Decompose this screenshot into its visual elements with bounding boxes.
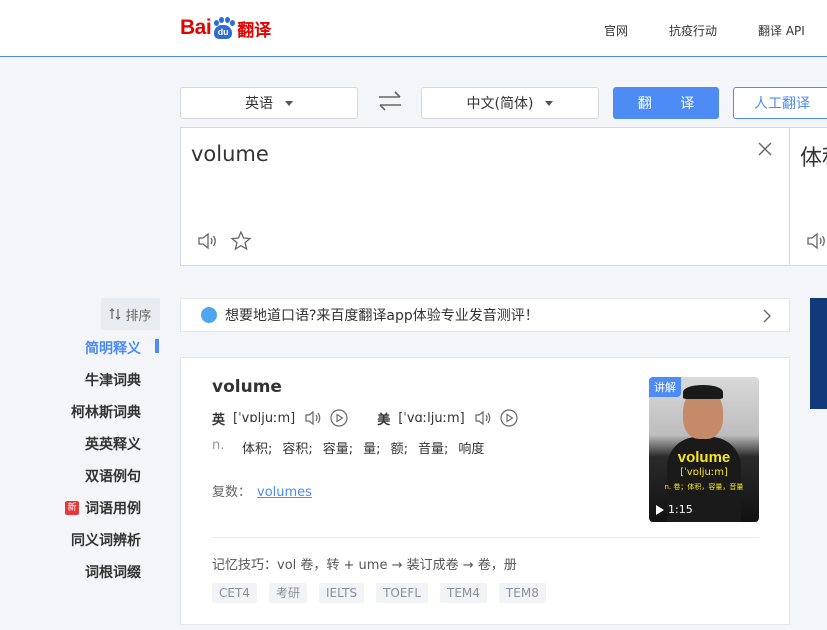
- us-label: 美: [377, 412, 391, 428]
- logo-du-text: du: [214, 25, 233, 39]
- meaning: 容积;: [282, 442, 313, 457]
- headword: volume: [212, 377, 282, 397]
- source-text[interactable]: volume: [191, 142, 269, 166]
- new-badge: 新: [65, 501, 79, 515]
- speaker-icon[interactable]: [196, 230, 218, 252]
- plural-link[interactable]: volumes: [257, 485, 312, 500]
- speaker-icon[interactable]: [473, 408, 493, 428]
- target-text-area: 体积: [790, 127, 827, 266]
- video-word: volume: [677, 449, 731, 466]
- video-definition: n. 卷；体积，容量，音量: [664, 483, 744, 491]
- sidebar-item-oxford[interactable]: 牛津词典: [85, 370, 141, 390]
- play-circle-icon[interactable]: [499, 408, 519, 428]
- sort-label: 排序: [125, 308, 152, 324]
- nav-anti-epidemic[interactable]: 抗疫行动: [669, 22, 717, 39]
- sidebar-item-synonyms[interactable]: 同义词辨析: [71, 530, 141, 550]
- logo-fanyi-text: 翻译: [237, 20, 272, 41]
- uk-phonetic: [ˈvɒljuːm]: [233, 410, 296, 426]
- source-language-label: 英语: [245, 96, 273, 112]
- explanation-video[interactable]: 讲解 volume [ˈvɒljuːm] n. 卷；体积，容量，音量 1:15: [649, 377, 759, 522]
- meaning: 体积;: [242, 442, 273, 457]
- video-phonetic: [ˈvɒljuːm]: [680, 467, 728, 478]
- app-logo-icon: [201, 307, 217, 323]
- sidebar-item-english-definitions[interactable]: 英英释义: [85, 434, 141, 454]
- baidu-fanyi-logo[interactable]: Bai du 翻译: [180, 12, 271, 44]
- active-indicator: [155, 339, 159, 353]
- exam-tags: CET4 考研 IELTS TOEFL TEM4 TEM8: [212, 583, 558, 603]
- exam-tag: TEM8: [498, 583, 546, 603]
- speaker-icon[interactable]: [805, 230, 827, 252]
- memory-tip: 记忆技巧：vol 卷，转 + ume → 装订成卷 → 卷，册: [212, 558, 517, 573]
- dictionary-card: volume 英 [ˈvɒljuːm] 美 [ˈvɑːljuːm] n. 体积;…: [180, 357, 790, 625]
- translate-button[interactable]: 翻 译: [613, 87, 719, 119]
- play-circle-icon[interactable]: [329, 408, 349, 428]
- target-language-select[interactable]: 中文(简体): [421, 87, 599, 119]
- definition-row: n. 体积; 容积; 容量; 量; 额; 音量; 响度: [212, 438, 494, 457]
- exam-tag: 考研: [268, 583, 307, 603]
- source-language-select[interactable]: 英语: [180, 87, 358, 119]
- meaning: 额;: [390, 442, 408, 457]
- source-text-area[interactable]: volume: [180, 127, 790, 266]
- play-icon: [656, 504, 664, 515]
- duration-text: 1:15: [668, 503, 693, 516]
- sidebar-item-collins[interactable]: 柯林斯词典: [71, 402, 141, 422]
- sidebar-item-word-usage[interactable]: 新 词语用例: [65, 498, 141, 518]
- sidebar-item-roots[interactable]: 词根词缀: [85, 562, 141, 582]
- us-phonetic: [ˈvɑːljuːm]: [398, 410, 465, 426]
- notice-text: 想要地道口语?来百度翻译app体验专业发音测评！: [225, 308, 539, 324]
- plural-label: 复数：: [212, 485, 252, 500]
- target-text: 体积: [800, 146, 827, 171]
- meaning: 音量;: [417, 442, 449, 457]
- sort-icon: [110, 308, 121, 320]
- uk-label: 英: [212, 412, 226, 428]
- sort-button[interactable]: 排序: [101, 298, 160, 330]
- meaning: 响度: [458, 442, 485, 457]
- exam-tag: TOEFL: [376, 583, 429, 603]
- meaning: 量;: [363, 442, 381, 457]
- sidebar-item-bilingual-examples[interactable]: 双语例句: [85, 466, 141, 486]
- nav-official-site[interactable]: 官网: [604, 22, 628, 39]
- paw-icon: du: [212, 17, 236, 39]
- app-promo-notice[interactable]: 想要地道口语?来百度翻译app体验专业发音测评！: [180, 298, 790, 332]
- target-language-label: 中文(简体): [466, 96, 534, 112]
- chevron-right-icon: [763, 309, 771, 323]
- human-translation-button[interactable]: 人工翻译: [733, 87, 827, 119]
- nav-translate-api[interactable]: 翻译 API: [758, 22, 805, 39]
- speaker-icon[interactable]: [303, 408, 323, 428]
- plural-form: 复数： volumes: [212, 481, 312, 500]
- close-icon[interactable]: [757, 141, 773, 157]
- part-of-speech: n.: [212, 438, 225, 453]
- meaning: 容量;: [322, 442, 354, 457]
- video-duration: 1:15: [656, 503, 693, 516]
- right-side-banner[interactable]: [810, 298, 827, 409]
- swap-languages-icon[interactable]: [377, 89, 403, 113]
- chevron-down-icon: [285, 100, 293, 106]
- exam-tag: IELTS: [318, 583, 365, 603]
- star-icon[interactable]: [230, 230, 252, 252]
- exam-tag: TEM4: [440, 583, 487, 603]
- logo-bai-text: Bai: [180, 16, 212, 39]
- pronunciation-row: 英 [ˈvɒljuːm] 美 [ˈvɑːljuːm]: [212, 408, 525, 428]
- video-badge: 讲解: [649, 377, 681, 397]
- top-header: Bai du 翻译 官网 抗疫行动 翻译 API: [0, 0, 827, 57]
- video-person-hair: [683, 385, 723, 399]
- sidebar-item-label: 词语用例: [85, 501, 141, 517]
- exam-tag: CET4: [212, 583, 257, 603]
- divider: [212, 537, 759, 538]
- sidebar-item-concise[interactable]: 简明释义: [85, 338, 141, 358]
- chevron-down-icon: [545, 100, 554, 106]
